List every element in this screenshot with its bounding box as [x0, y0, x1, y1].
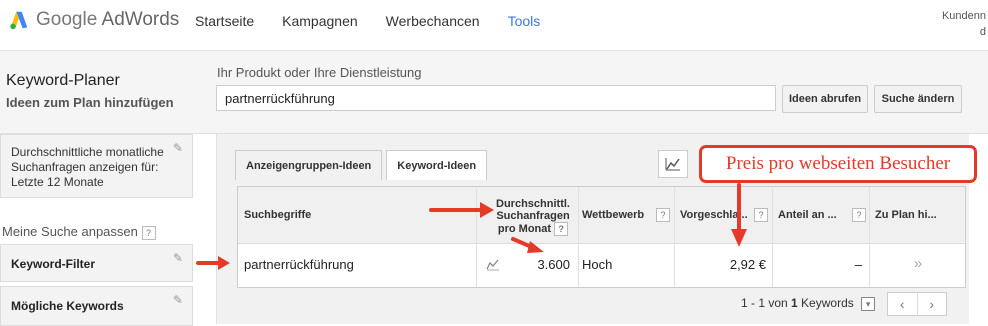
- pencil-icon[interactable]: ✎: [173, 141, 185, 155]
- col-avg-line3-text: pro Monat: [497, 222, 552, 235]
- red-arrow-icon: [196, 256, 230, 270]
- possible-keywords-label: Mögliche Keywords: [11, 299, 124, 313]
- planner-header: Keyword-Planer Ideen zum Plan hinzufügen…: [0, 51, 988, 134]
- help-icon[interactable]: ?: [554, 222, 569, 236]
- nav-tools[interactable]: Tools: [508, 13, 541, 29]
- adwords-logo-icon: [10, 11, 28, 30]
- pagination-info: 1 - 1 von 1 Keywords ▾: [741, 296, 876, 311]
- possible-keywords-box[interactable]: Mögliche Keywords ✎: [0, 286, 193, 326]
- col-avg-line2: Suchanfragen: [496, 210, 570, 222]
- nav-werbechancen[interactable]: Werbechancen: [386, 13, 480, 29]
- customize-search-label: Meine Suche anpassen ?: [2, 224, 156, 240]
- pager-count: 1: [791, 296, 798, 310]
- help-icon[interactable]: ?: [852, 208, 866, 222]
- cell-bid: 2,92 €: [729, 257, 766, 272]
- change-search-button[interactable]: Suche ändern: [874, 85, 962, 113]
- customer-line1: Kundenn: [941, 10, 986, 22]
- red-arrow-icon: [511, 237, 544, 253]
- next-icon[interactable]: ›: [918, 293, 947, 315]
- col-competition-text: Wettbewerb: [582, 209, 645, 221]
- pager-suffix: Keywords: [797, 296, 854, 310]
- col-avg-line1: Durchschnittl.: [496, 198, 570, 210]
- keyword-table: Suchbegriffe Durchschnittl. Suchanfragen…: [237, 186, 966, 288]
- main-nav: Startseite Kampagnen Werbechancen Tools: [195, 13, 568, 29]
- sidebar: Durchschnittliche monatliche Suchanfrage…: [0, 134, 200, 326]
- customer-line2: d: [979, 26, 986, 38]
- table-header: Suchbegriffe Durchschnittl. Suchanfragen…: [238, 187, 965, 244]
- help-icon[interactable]: ?: [141, 225, 156, 240]
- red-arrow-icon: [731, 183, 747, 247]
- pager-prefix: 1 - 1 von: [741, 296, 792, 310]
- col-competition[interactable]: Wettbewerb: [582, 209, 644, 221]
- logo-adwords-text: AdWords: [101, 9, 180, 30]
- pager-buttons: ‹ ›: [887, 292, 947, 316]
- help-icon[interactable]: ?: [656, 208, 670, 222]
- idea-tabs: Anzeigengruppen-Ideen Keyword-Ideen: [235, 150, 491, 180]
- col-share[interactable]: Anteil an ...: [778, 209, 837, 221]
- sparkline-icon[interactable]: [486, 257, 500, 271]
- date-range-box[interactable]: Durchschnittliche monatliche Suchanfrage…: [0, 134, 193, 198]
- chart-toggle-button[interactable]: [658, 150, 688, 178]
- cell-term: partnerrückführung: [244, 257, 354, 272]
- cell-competition: Hoch: [582, 257, 613, 272]
- nav-kampagnen[interactable]: Kampagnen: [282, 13, 358, 29]
- top-bar: Google AdWords Startseite Kampagnen Werb…: [0, 0, 988, 51]
- dropdown-icon[interactable]: ▾: [861, 296, 876, 311]
- product-label: Ihr Produkt oder Ihre Dienstleistung: [217, 65, 422, 80]
- tab-adgroup-ideas[interactable]: Anzeigengruppen-Ideen: [235, 150, 383, 180]
- prev-icon[interactable]: ‹: [888, 293, 918, 315]
- date-range-text: Durchschnittliche monatliche Suchanfrage…: [11, 145, 164, 189]
- cell-avg: 3.600: [537, 257, 570, 272]
- page-title: Keyword-Planer: [6, 72, 120, 89]
- add-arrow-icon[interactable]: »: [869, 255, 967, 272]
- red-arrow-icon: [429, 202, 494, 218]
- annotation-callout: Preis pro webseiten Besucher: [699, 145, 977, 183]
- product-input[interactable]: partnerrückführung: [216, 85, 776, 111]
- customer-info[interactable]: Kundenn d: [942, 8, 986, 40]
- nav-startseite[interactable]: Startseite: [195, 13, 254, 29]
- pencil-icon[interactable]: ✎: [173, 251, 185, 265]
- cell-share: –: [854, 257, 862, 272]
- logo-google-text: Google: [36, 9, 98, 30]
- keyword-filter-box[interactable]: Keyword-Filter ✎: [0, 244, 193, 282]
- col-avg[interactable]: Durchschnittl. Suchanfragen pro Monat ?: [488, 198, 578, 236]
- table-row[interactable]: partnerrückführung 3.600 Hoch 2,92 € – »: [238, 243, 965, 287]
- pencil-icon[interactable]: ✎: [173, 293, 185, 307]
- chart-icon: [665, 158, 680, 171]
- adwords-logo[interactable]: Google AdWords: [8, 9, 179, 31]
- get-ideas-button[interactable]: Ideen abrufen: [782, 85, 868, 113]
- customize-search-text: Meine Suche anpassen: [2, 224, 138, 239]
- col-add[interactable]: Zu Plan hi...: [875, 209, 937, 221]
- page-subtitle: Ideen zum Plan hinzufügen: [6, 95, 174, 110]
- col-term[interactable]: Suchbegriffe: [244, 209, 311, 221]
- col-avg-line3: pro Monat ?: [488, 222, 578, 236]
- tab-keyword-ideas[interactable]: Keyword-Ideen: [386, 150, 488, 180]
- help-icon[interactable]: ?: [754, 208, 768, 222]
- keyword-filter-label: Keyword-Filter: [11, 257, 96, 271]
